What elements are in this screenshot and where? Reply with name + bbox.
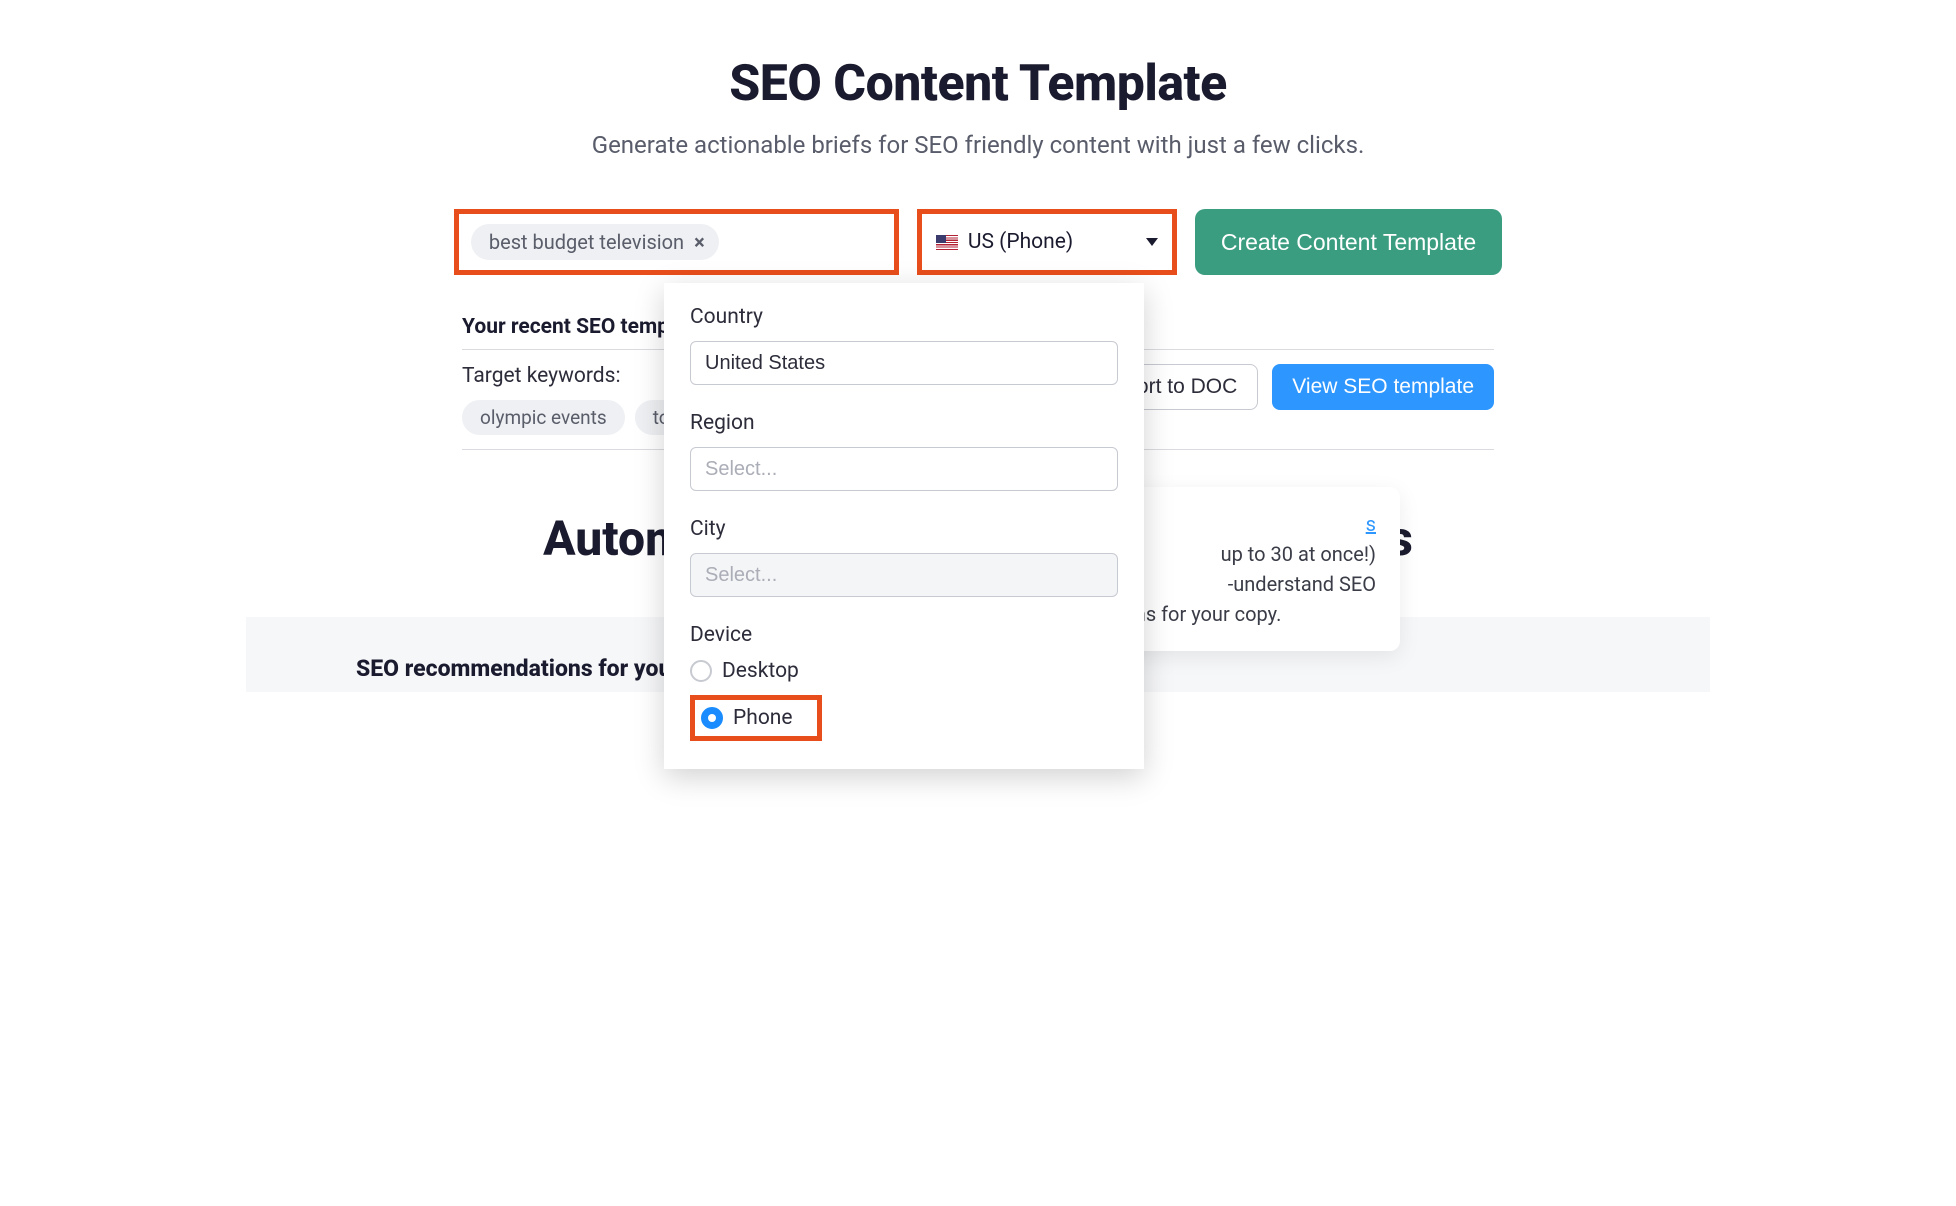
device-phone-label: Phone xyxy=(733,706,793,730)
close-icon[interactable]: × xyxy=(694,230,705,254)
view-template-button[interactable]: View SEO template xyxy=(1272,364,1494,410)
create-template-button[interactable]: Create Content Template xyxy=(1195,209,1502,275)
keyword-chip-text: best budget television xyxy=(489,230,684,254)
info-card-line1: up to 30 at once!) xyxy=(1221,542,1376,566)
info-card-line2: -understand SEO xyxy=(1228,572,1376,596)
locale-dropdown-panel: Country Region City Device Desktop Pho xyxy=(664,283,1144,769)
region-input[interactable] xyxy=(690,447,1118,491)
region-label: Region xyxy=(690,411,1118,435)
keyword-chip: best budget television × xyxy=(471,224,719,260)
us-flag-icon xyxy=(936,235,958,250)
country-input[interactable] xyxy=(690,341,1118,385)
device-option-phone[interactable]: Phone xyxy=(690,695,822,741)
locale-select-label: US (Phone) xyxy=(968,230,1073,254)
search-form-row: best budget television × US (Phone) Crea… xyxy=(246,209,1710,275)
keyword-input[interactable]: best budget television × xyxy=(454,209,899,275)
page-subtitle: Generate actionable briefs for SEO frien… xyxy=(246,131,1710,159)
city-input xyxy=(690,553,1118,597)
radio-icon xyxy=(701,707,723,729)
radio-icon xyxy=(690,660,712,682)
locale-select[interactable]: US (Phone) xyxy=(917,209,1177,275)
country-label: Country xyxy=(690,305,1118,329)
device-desktop-label: Desktop xyxy=(722,659,799,683)
device-label: Device xyxy=(690,623,1118,647)
device-option-desktop[interactable]: Desktop xyxy=(690,659,1118,683)
city-label: City xyxy=(690,517,1118,541)
keyword-tag[interactable]: olympic events xyxy=(462,400,625,435)
page-title: SEO Content Template xyxy=(246,55,1710,113)
chevron-down-icon xyxy=(1146,238,1158,246)
